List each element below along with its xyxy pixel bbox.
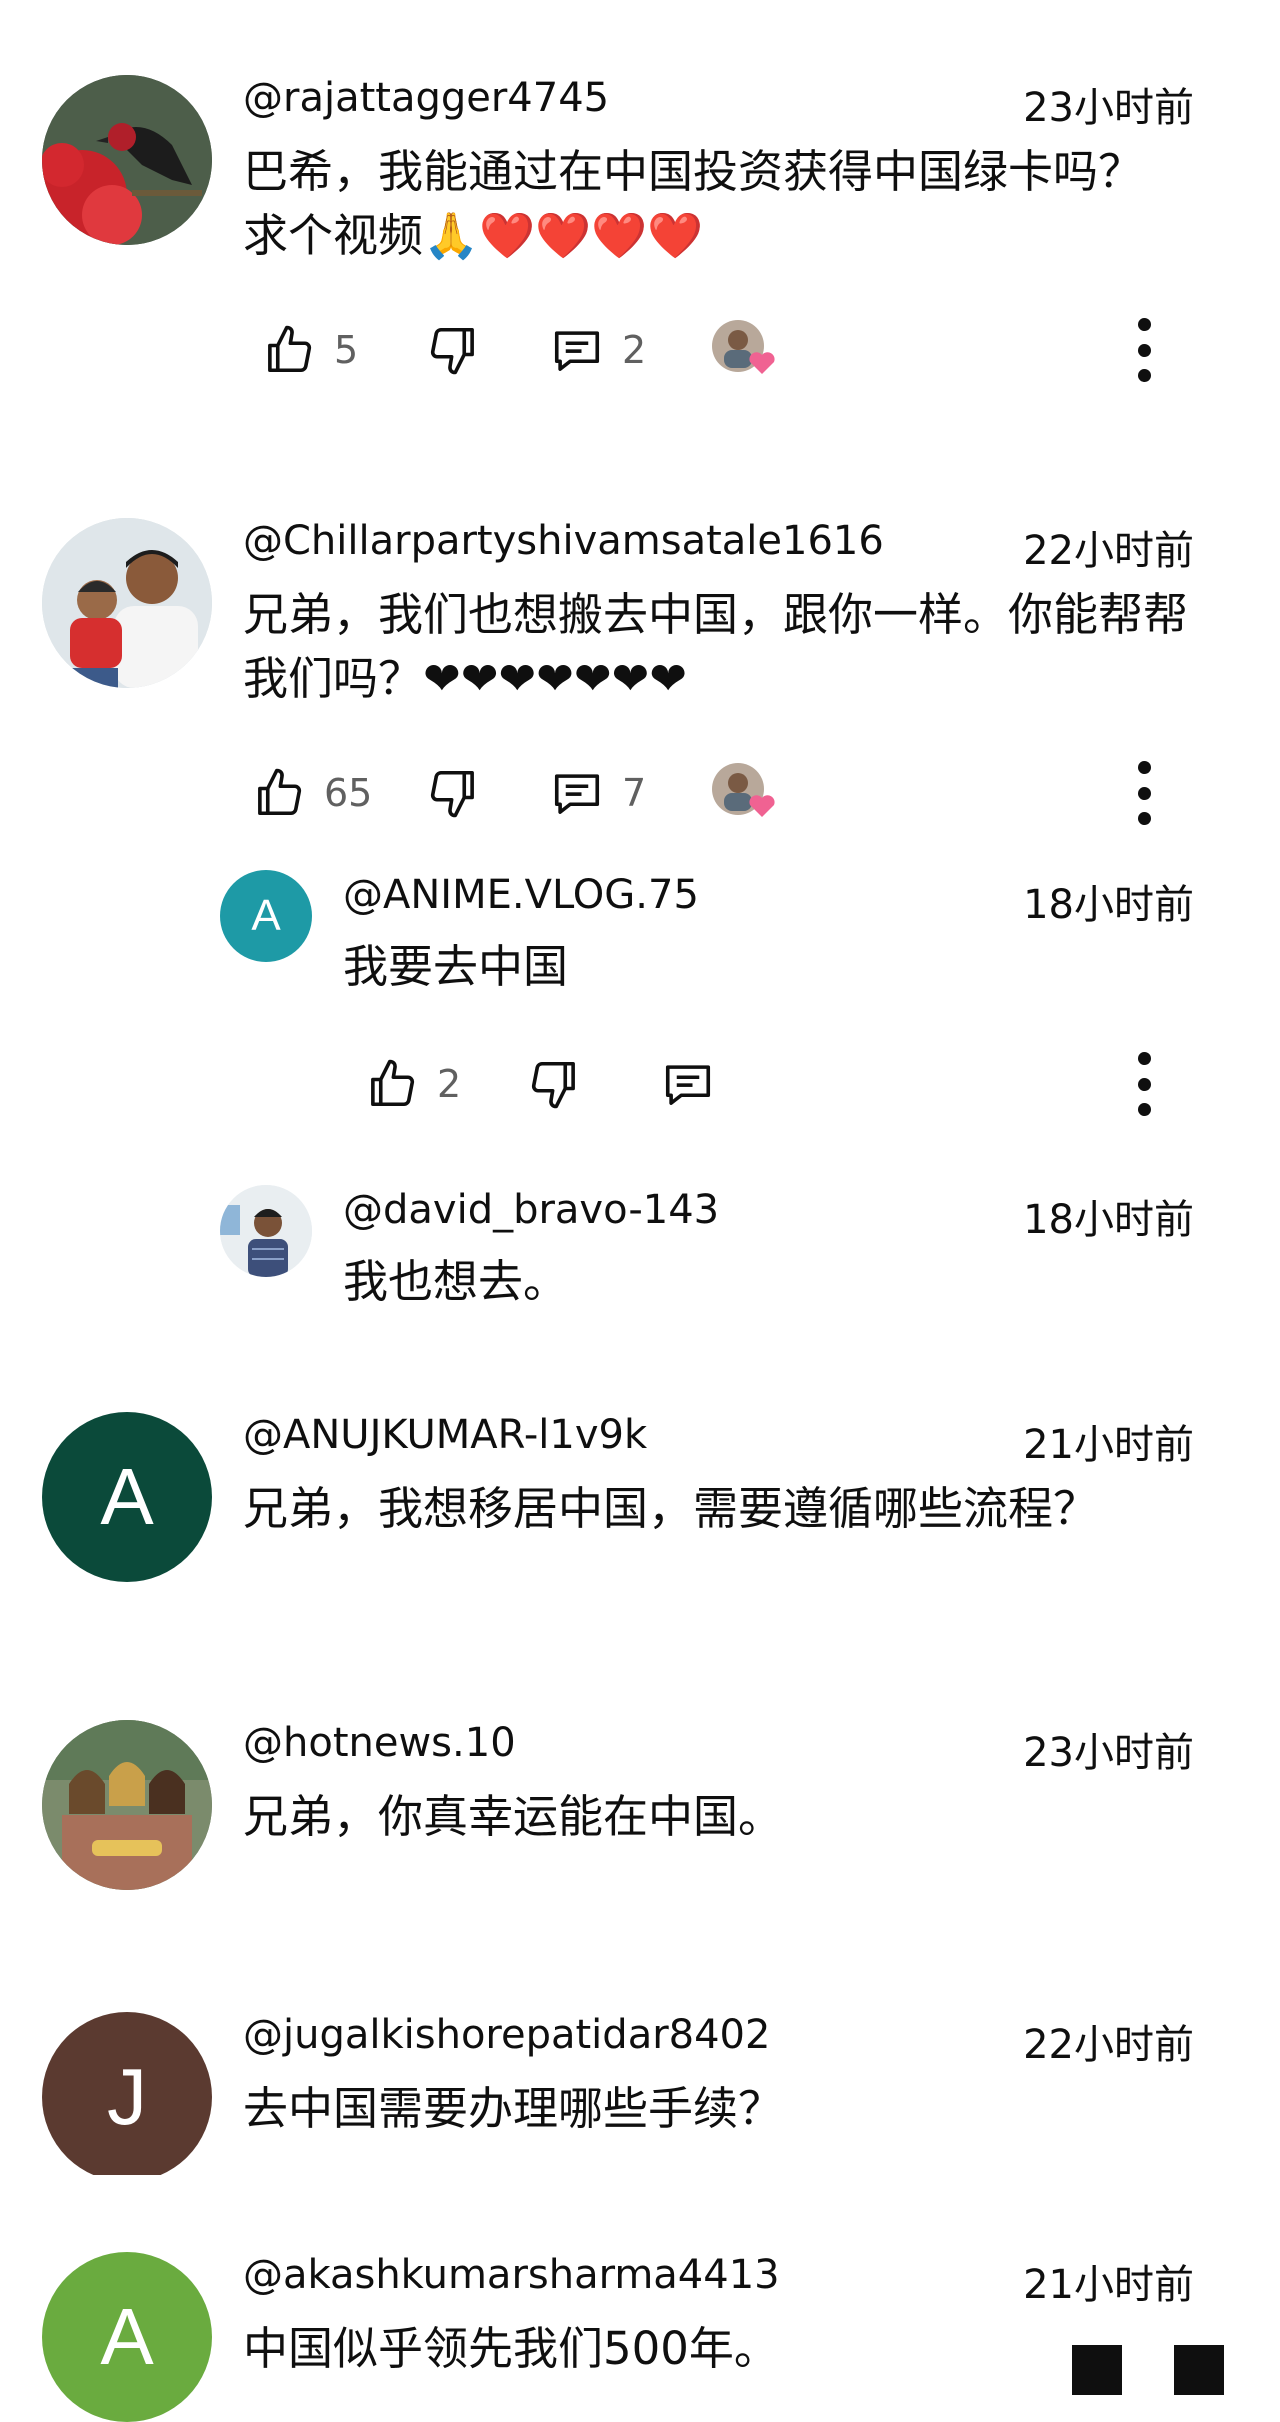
comment-author[interactable]: @jugalkishorepatidar8402	[243, 2012, 770, 2058]
comment-text: 兄弟，我们也想搬去中国，跟你一样。你能帮帮我们吗？❤❤❤❤❤❤❤	[243, 588, 1189, 705]
avatar[interactable]: A	[42, 2252, 212, 2422]
comment-author[interactable]: @rajattagger4745	[243, 75, 609, 121]
reply-comment-icon	[661, 1057, 715, 1111]
bird-photo-icon	[42, 75, 212, 245]
reply-button[interactable]: 2	[550, 318, 646, 382]
reply-comment-icon	[550, 323, 604, 377]
avatar[interactable]	[220, 1185, 312, 1277]
overlay-square	[1072, 2345, 1122, 2395]
comment-time: 23小时前	[1023, 85, 1194, 131]
divider	[0, 2175, 1280, 2185]
creator-heart	[710, 761, 782, 825]
reply-author[interactable]: @david_bravo-143	[343, 1187, 719, 1233]
reply-text: 我要去中国	[343, 940, 569, 993]
avatar[interactable]	[42, 75, 212, 245]
creator-heart	[710, 318, 782, 382]
reply-button[interactable]: 7	[550, 761, 646, 825]
avatar[interactable]: A	[42, 1412, 212, 1582]
avatar[interactable]	[42, 1720, 212, 1890]
comment-text: 兄弟，你真幸运能在中国。	[243, 1790, 784, 1843]
more-options-button[interactable]	[1124, 1052, 1164, 1116]
more-options-button[interactable]	[1124, 318, 1164, 382]
thumb-down-icon	[426, 323, 480, 377]
comment-time: 22小时前	[1023, 2022, 1194, 2068]
reply-text: 我也想去。	[343, 1255, 569, 1308]
avatar-letter: A	[100, 2292, 154, 2381]
thumb-up-icon	[252, 766, 306, 820]
reply-actions: 2	[365, 1052, 1202, 1116]
avatar-letter: A	[251, 891, 281, 940]
like-button[interactable]: 65	[252, 761, 372, 825]
more-options-button[interactable]	[1124, 761, 1164, 825]
reply-count: 2	[622, 328, 647, 372]
avatar-letter: J	[107, 2052, 147, 2141]
more-vert-icon	[1137, 1052, 1151, 1065]
comment-text: 巴希，我能通过在中国投资获得中国绿卡吗？求个视频🙏❤️❤️❤️❤️	[243, 145, 1144, 262]
reply-comment-icon	[550, 766, 604, 820]
creator-heart-icon	[712, 763, 775, 817]
dislike-button[interactable]	[426, 761, 480, 825]
comment-time: 21小时前	[1023, 2262, 1194, 2308]
comment-actions: 65 7	[252, 761, 1202, 825]
person-photo-icon	[220, 1185, 312, 1277]
like-count: 65	[324, 771, 373, 815]
reply-time: 18小时前	[1023, 882, 1194, 928]
overlay-square	[1174, 2345, 1224, 2395]
reply-author[interactable]: @ANIME.VLOG.75	[343, 872, 699, 918]
avatar[interactable]	[42, 518, 212, 688]
family-photo-icon	[42, 518, 212, 688]
comment-text: 去中国需要办理哪些手续？	[243, 2082, 784, 2135]
like-button[interactable]: 2	[365, 1052, 461, 1116]
reply-button[interactable]	[661, 1052, 715, 1116]
group-photo-icon	[42, 1720, 212, 1890]
comment-text: 兄弟，我想移居中国，需要遵循哪些流程？	[243, 1482, 1099, 1535]
avatar[interactable]: A	[220, 870, 312, 962]
comment-time: 23小时前	[1023, 1730, 1194, 1776]
thumb-down-icon	[527, 1057, 581, 1111]
comment-time: 21小时前	[1023, 1422, 1194, 1468]
more-vert-icon	[1137, 318, 1151, 331]
comment-author[interactable]: @ANUJKUMAR-l1v9k	[243, 1412, 647, 1458]
dislike-button[interactable]	[426, 318, 480, 382]
reply-count: 7	[622, 771, 647, 815]
dislike-button[interactable]	[527, 1052, 581, 1116]
thumb-up-icon	[262, 323, 316, 377]
like-count: 2	[437, 1062, 462, 1106]
comment-author[interactable]: @akashkumarsharma4413	[243, 2252, 780, 2298]
comment-actions: 5 2	[262, 318, 1202, 382]
like-button[interactable]: 5	[262, 318, 358, 382]
more-vert-icon	[1137, 761, 1151, 774]
comment-text: 中国似乎领先我们500年。	[243, 2322, 779, 2375]
thumb-down-icon	[426, 766, 480, 820]
comment-time: 22小时前	[1023, 528, 1194, 574]
comment-author[interactable]: @Chillarpartyshivamsatale1616	[243, 518, 884, 564]
avatar[interactable]: J	[42, 2012, 212, 2182]
creator-heart-icon	[712, 320, 775, 374]
reply-time: 18小时前	[1023, 1197, 1194, 1243]
avatar-letter: A	[100, 1452, 154, 1541]
like-count: 5	[334, 328, 359, 372]
comment-author[interactable]: @hotnews.10	[243, 1720, 516, 1766]
thumb-up-icon	[365, 1057, 419, 1111]
